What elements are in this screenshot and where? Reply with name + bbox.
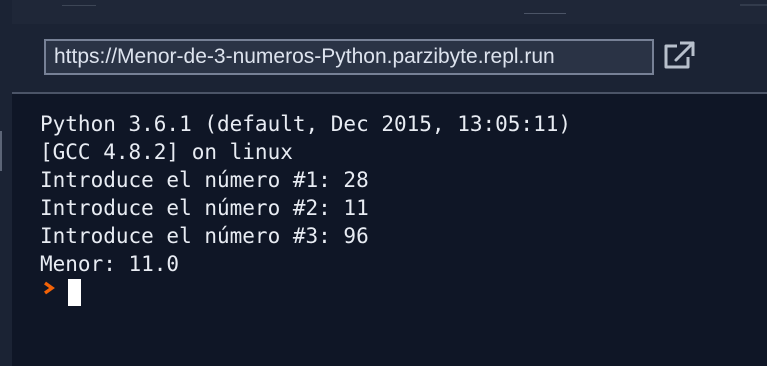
prompt-chevron-icon (42, 281, 56, 295)
top-strip-divider (524, 13, 566, 14)
console-line: Python 3.6.1 (default, Dec 2015, 13:05:1… (40, 112, 572, 136)
external-link-icon-graphic (664, 41, 695, 69)
url-bar: https://Menor-de-3-numeros-Python.parzib… (12, 24, 767, 94)
console-line: Introduce el número #2: 11 (40, 196, 369, 220)
console-line: Introduce el número #3: 96 (40, 224, 369, 248)
top-strip-tab-edge (62, 0, 96, 6)
repl-panel: https://Menor-de-3-numeros-Python.parzib… (12, 24, 767, 366)
top-strip-edge (740, 4, 767, 6)
prompt-chevron-icon-graphic (44, 281, 55, 295)
external-link-icon[interactable] (662, 40, 696, 70)
console-line: Menor: 11.0 (40, 252, 180, 276)
console-line: [GCC 4.8.2] on linux (40, 140, 293, 164)
top-strip (0, 0, 767, 24)
console-output[interactable]: Python 3.6.1 (default, Dec 2015, 13:05:1… (12, 94, 767, 366)
left-gutter (0, 0, 12, 366)
console-line: Introduce el número #1: 28 (40, 168, 369, 192)
text-cursor[interactable] (68, 279, 81, 306)
resize-handle[interactable] (0, 131, 2, 171)
url-field[interactable]: https://Menor-de-3-numeros-Python.parzib… (44, 39, 654, 75)
